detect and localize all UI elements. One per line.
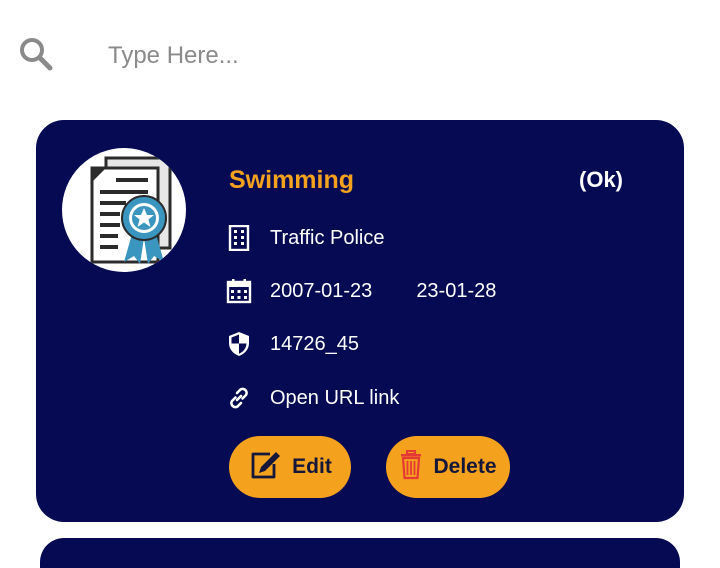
card-title: Swimming bbox=[229, 166, 355, 194]
id-row: 14726_45 bbox=[226, 327, 359, 361]
search-bar bbox=[0, 0, 720, 110]
delete-button[interactable]: Delete bbox=[386, 436, 510, 498]
next-card-edge bbox=[40, 538, 680, 568]
certificate-card[interactable]: Swimming (Ok) Traffic Police 2007-01-23 … bbox=[36, 120, 684, 522]
edit-button-label: Edit bbox=[292, 455, 332, 478]
avatar bbox=[62, 148, 186, 272]
end-date: 23-01-28 bbox=[416, 279, 497, 302]
certificate-icon bbox=[90, 156, 172, 264]
id-text: 14726_45 bbox=[270, 332, 359, 355]
edit-button[interactable]: Edit bbox=[229, 436, 351, 498]
status-badge: (Ok) bbox=[579, 167, 623, 192]
open-url-link[interactable]: Open URL link bbox=[270, 387, 399, 410]
link-icon bbox=[226, 385, 252, 411]
organization-text: Traffic Police bbox=[270, 226, 385, 249]
link-row[interactable]: Open URL link bbox=[226, 381, 399, 415]
search-icon[interactable] bbox=[16, 34, 56, 74]
building-icon bbox=[226, 225, 252, 251]
calendar-icon bbox=[226, 278, 252, 304]
trash-icon bbox=[399, 449, 423, 485]
search-input[interactable] bbox=[106, 36, 670, 76]
edit-icon bbox=[248, 450, 282, 485]
date-row: 2007-01-23 23-01-28 bbox=[226, 274, 496, 308]
start-date: 2007-01-23 bbox=[270, 279, 373, 302]
shield-icon bbox=[226, 331, 252, 357]
delete-button-label: Delete bbox=[433, 455, 497, 478]
organization-row: Traffic Police bbox=[226, 221, 384, 255]
